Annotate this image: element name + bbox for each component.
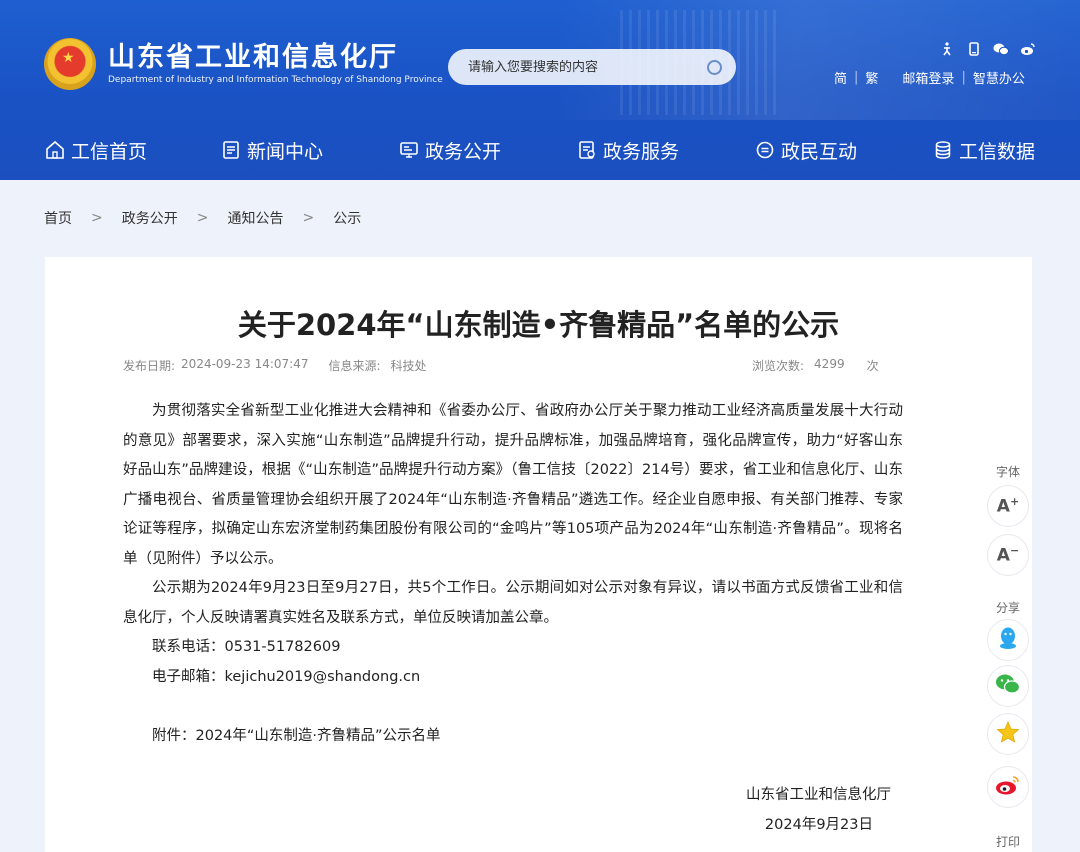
nav-label: 政务公开 xyxy=(425,140,502,163)
view-count: 浏览次数: 4299 次 xyxy=(752,357,879,374)
site-logo[interactable]: ★ 山东省工业和信息化厅 Department of Industry and … xyxy=(44,38,443,90)
signature-org: 山东省工业和信息化厅 xyxy=(746,787,891,803)
breadcrumb-notices[interactable]: 通知公告 xyxy=(227,208,283,228)
wechat-icon xyxy=(995,673,1021,699)
font-decrease-button[interactable]: A− xyxy=(988,535,1028,575)
weibo-icon[interactable] xyxy=(1014,42,1041,60)
font-increase-button[interactable]: A+ xyxy=(988,486,1028,526)
share-wechat-button[interactable] xyxy=(988,666,1028,706)
article-meta: 发布日期: 2024-09-23 14:07:47 信息来源: 科技处 xyxy=(123,357,427,374)
main-nav: 工信首页 新闻中心 政务公开 政务服务 政民互动 工信数据 xyxy=(0,120,1080,180)
breadcrumb-government-affairs[interactable]: 政务公开 xyxy=(122,208,178,228)
nav-label: 新闻中心 xyxy=(247,140,324,163)
divider: | xyxy=(854,70,859,85)
nav-label: 政民互动 xyxy=(781,140,858,163)
nav-item-home[interactable]: 工信首页 xyxy=(45,120,147,180)
home-icon xyxy=(45,140,65,160)
weibo-icon xyxy=(995,774,1021,800)
nav-label: 工信数据 xyxy=(959,140,1036,163)
nav-label: 工信首页 xyxy=(71,140,148,163)
views-unit: 次 xyxy=(866,359,879,373)
smart-office-link[interactable]: 智慧办公 xyxy=(973,68,1025,87)
share-label: 分享 xyxy=(995,601,1020,615)
site-name-en: Department of Industry and Information T… xyxy=(108,75,443,85)
article-title: 关于2024年“山东制造•齐鲁精品”名单的公示 xyxy=(237,308,840,342)
contact-email: 电子邮箱：kejichu2019@shandong.cn xyxy=(152,668,421,685)
database-icon xyxy=(933,140,953,160)
screen-icon xyxy=(399,140,419,160)
article-card: 关于2024年“山东制造•齐鲁精品”名单的公示 发布日期: 2024-09-23… xyxy=(45,257,1032,852)
nav-item-interaction[interactable]: 政民互动 xyxy=(755,120,857,180)
views-label: 浏览次数: xyxy=(752,359,805,373)
contact-phone: 联系电话：0531-51782609 xyxy=(152,639,341,655)
share-qq-button[interactable] xyxy=(988,620,1028,660)
breadcrumb-separator: > xyxy=(302,210,315,226)
font-size-label: 字体 xyxy=(995,465,1020,479)
news-icon xyxy=(221,140,241,160)
share-favorites-button[interactable] xyxy=(988,714,1028,754)
nav-item-data[interactable]: 工信数据 xyxy=(933,120,1035,180)
chat-icon xyxy=(755,140,775,160)
search-box xyxy=(448,49,736,85)
nav-label: 政务服务 xyxy=(603,140,680,163)
publish-date: 2024-09-23 14:07:47 xyxy=(181,357,309,371)
breadcrumb-home[interactable]: 首页 xyxy=(44,208,72,228)
nav-item-government-services[interactable]: 政务服务 xyxy=(577,120,679,180)
divider: | xyxy=(961,70,966,85)
paragraph: 公示期为2024年9月23日至9月27日，共5个工作日。公示期间如对公示对象有异… xyxy=(123,580,903,626)
nav-item-news[interactable]: 新闻中心 xyxy=(221,120,323,180)
paragraph: 为贯彻落实全省新型工业化推进大会精神和《省委办公厅、省政府办公厅关于聚力推动工业… xyxy=(123,403,903,567)
national-emblem-icon: ★ xyxy=(44,38,96,90)
service-icon xyxy=(577,140,597,160)
source-value: 科技处 xyxy=(390,359,427,373)
traditional-chinese-link[interactable]: 繁 xyxy=(865,68,878,87)
simplified-chinese-link[interactable]: 简 xyxy=(834,68,847,87)
wechat-icon[interactable] xyxy=(987,42,1014,60)
breadcrumb: 首页 > 政务公开 > 通知公告 > 公示 xyxy=(44,208,361,228)
share-weibo-button[interactable] xyxy=(988,767,1028,807)
qq-icon xyxy=(997,626,1019,654)
breadcrumb-separator: > xyxy=(91,210,103,226)
views-value: 4299 xyxy=(814,357,845,371)
top-links: 简 | 繁 邮箱登录 | 智慧办公 xyxy=(834,68,1025,87)
search-icon[interactable] xyxy=(707,59,722,75)
site-header: ★ 山东省工业和信息化厅 Department of Industry and … xyxy=(0,0,1080,180)
signature-date: 2024年9月23日 xyxy=(764,817,873,833)
top-tool-icons xyxy=(933,42,1041,60)
breadcrumb-separator: > xyxy=(196,210,209,226)
search-input[interactable] xyxy=(468,59,707,75)
article-body: 为贯彻落实全省新型工业化推进大会精神和《省委办公厅、省政府办公厅关于聚力推动工业… xyxy=(123,397,903,751)
print-label[interactable]: 打印 xyxy=(985,833,1031,850)
nav-item-government-affairs[interactable]: 政务公开 xyxy=(399,120,501,180)
mailbox-login-link[interactable]: 邮箱登录 xyxy=(902,68,954,87)
attachment-link[interactable]: 附件：2024年“山东制造·齐鲁精品”公示名单 xyxy=(123,722,903,752)
publish-date-label: 发布日期: xyxy=(123,359,176,373)
star-icon xyxy=(996,720,1020,748)
mobile-icon[interactable] xyxy=(960,42,987,60)
breadcrumb-publicity[interactable]: 公示 xyxy=(333,208,361,228)
site-name-cn: 山东省工业和信息化厅 xyxy=(108,42,398,73)
accessibility-icon[interactable] xyxy=(933,42,960,60)
source-label: 信息来源: xyxy=(328,359,381,373)
